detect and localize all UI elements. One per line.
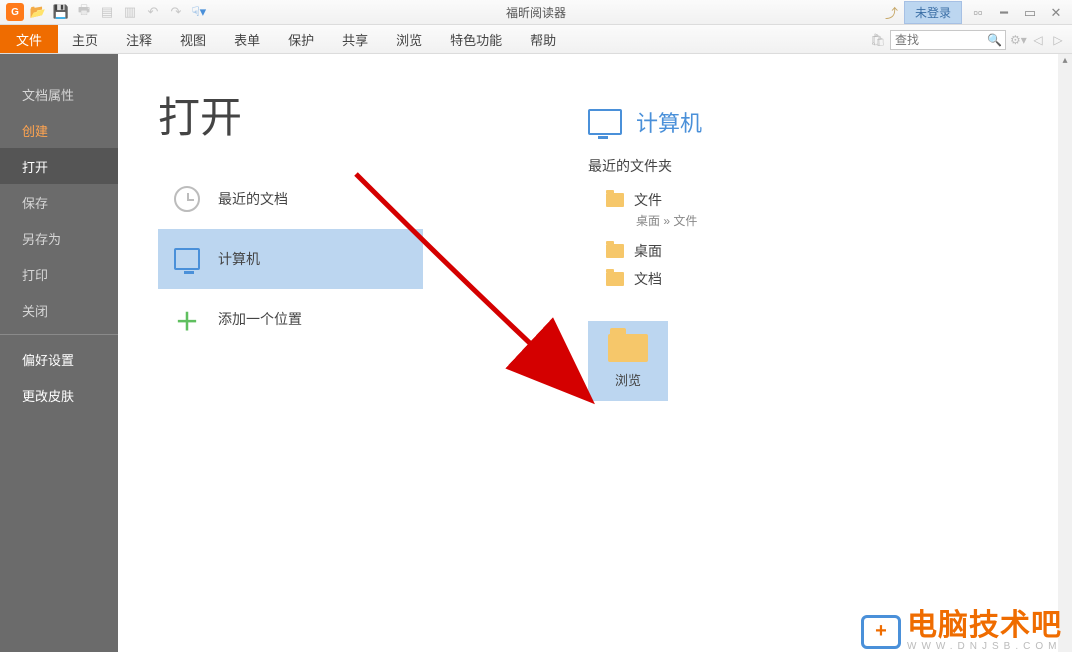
sidebar-item-open[interactable]: 打开	[0, 148, 118, 184]
prev-icon[interactable]: ◁	[1030, 33, 1046, 47]
tab-form[interactable]: 表单	[220, 25, 274, 53]
sidebar-item-print[interactable]: 打印	[0, 256, 118, 292]
tab-annotate[interactable]: 注释	[112, 25, 166, 53]
tab-view[interactable]: 视图	[166, 25, 220, 53]
file-tab[interactable]: 文件	[0, 25, 58, 53]
qat-redo-icon[interactable]: ↷	[166, 2, 186, 22]
window-title: 福昕阅读器	[506, 4, 566, 21]
detail-heading: 计算机	[588, 106, 702, 138]
folder-item[interactable]: 桌面	[588, 237, 702, 265]
scroll-up-icon[interactable]: ▴	[1058, 54, 1072, 68]
sidebar-item-docprops[interactable]: 文档属性	[0, 76, 118, 112]
main-area: 文档属性 创建 打开 保存 另存为 打印 关闭 偏好设置 更改皮肤 打开 最近的…	[0, 54, 1072, 652]
quick-access-toolbar: 📂 💾 🖶 ▤ ▥ ↶ ↷ ☟▾	[28, 2, 209, 22]
ribbon-collapse-icon[interactable]: ⤴	[885, 3, 898, 22]
folder-name: 文档	[634, 269, 662, 289]
watermark-sub: WWW.DNJSB.COM	[907, 641, 1062, 652]
folder-item[interactable]: 文档	[588, 265, 702, 293]
sidebar-item-preferences[interactable]: 偏好设置	[0, 341, 118, 377]
watermark: + 电脑技术吧 WWW.DNJSB.COM	[861, 611, 1062, 652]
sidebar-item-skin[interactable]: 更改皮肤	[0, 377, 118, 413]
qat-undo-icon[interactable]: ↶	[143, 2, 163, 22]
monitor-icon	[174, 246, 200, 272]
folder-name: 文件	[634, 190, 662, 210]
open-computer[interactable]: 计算机	[158, 229, 423, 289]
sidebar-separator	[0, 334, 118, 335]
tab-help[interactable]: 帮助	[516, 25, 570, 53]
sidebar-item-saveas[interactable]: 另存为	[0, 220, 118, 256]
folder-icon	[606, 272, 624, 286]
folder-name: 桌面	[634, 241, 662, 261]
tab-protect[interactable]: 保护	[274, 25, 328, 53]
browse-button[interactable]: 浏览	[588, 321, 668, 401]
next-icon[interactable]: ▷	[1050, 33, 1066, 47]
tab-browse[interactable]: 浏览	[382, 25, 436, 53]
monitor-icon-large	[588, 109, 622, 135]
open-add-location[interactable]: ＋ 添加一个位置	[158, 289, 423, 349]
watermark-main: 电脑技术吧	[907, 611, 1062, 641]
watermark-logo-icon: +	[861, 615, 901, 649]
open-recent-docs-label: 最近的文档	[218, 189, 288, 209]
close-icon[interactable]: ✕	[1046, 5, 1066, 21]
maximize-icon[interactable]: ▭	[1020, 5, 1040, 21]
sidebar-item-save[interactable]: 保存	[0, 184, 118, 220]
shopping-icon[interactable]: 🛍	[870, 33, 886, 47]
app-layout-icon[interactable]: ▫▫	[968, 5, 988, 20]
minimize-icon[interactable]: ━	[994, 5, 1014, 21]
qat-save-icon[interactable]: 💾	[51, 2, 71, 22]
qat-print-icon[interactable]: 🖶	[74, 2, 94, 22]
qat-doc-icon[interactable]: ▤	[97, 2, 117, 22]
ribbon-tabs: 文件 主页 注释 视图 表单 保护 共享 浏览 特色功能 帮助 🛍 🔍 ⚙▾ ◁…	[0, 25, 1072, 54]
backstage-sidebar: 文档属性 创建 打开 保存 另存为 打印 关闭 偏好设置 更改皮肤	[0, 54, 118, 652]
detail-heading-label: 计算机	[636, 106, 702, 138]
plus-icon: ＋	[174, 306, 200, 332]
tab-share[interactable]: 共享	[328, 25, 382, 53]
qat-hand-icon[interactable]: ☟▾	[189, 2, 209, 22]
folder-item[interactable]: 文件	[588, 186, 702, 214]
search-input[interactable]	[895, 33, 987, 47]
backstage-content: 打开 最近的文档 计算机 ＋ 添加一个位置 计算机 最近的文件夹	[118, 54, 1072, 652]
app-icon: G	[6, 3, 24, 21]
sidebar-item-close[interactable]: 关闭	[0, 292, 118, 328]
folder-icon	[606, 244, 624, 258]
clock-icon	[174, 186, 200, 212]
qat-open-icon[interactable]: 📂	[28, 2, 48, 22]
open-source-list: 最近的文档 计算机 ＋ 添加一个位置	[158, 169, 423, 349]
search-icon[interactable]: 🔍	[987, 33, 1002, 47]
qat-doc2-icon[interactable]: ▥	[120, 2, 140, 22]
sidebar-item-create[interactable]: 创建	[0, 112, 118, 148]
open-recent-docs[interactable]: 最近的文档	[158, 169, 423, 229]
title-bar: G 📂 💾 🖶 ▤ ▥ ↶ ↷ ☟▾ 福昕阅读器 ⤴ 未登录 ▫▫ ━ ▭ ✕	[0, 0, 1072, 25]
folder-open-icon	[608, 334, 648, 362]
browse-label: 浏览	[615, 370, 641, 389]
open-computer-label: 计算机	[218, 249, 260, 269]
folder-path: 桌面 » 文件	[636, 212, 702, 229]
search-wrap: 🔍	[890, 30, 1006, 50]
open-detail-column: 计算机 最近的文件夹 文件 桌面 » 文件 桌面 文档 浏览	[588, 106, 702, 401]
tab-home[interactable]: 主页	[58, 25, 112, 53]
open-add-location-label: 添加一个位置	[218, 309, 302, 329]
folder-icon	[606, 193, 624, 207]
recent-folders-label: 最近的文件夹	[588, 156, 702, 176]
login-button[interactable]: 未登录	[904, 1, 962, 24]
tab-features[interactable]: 特色功能	[436, 25, 516, 53]
gear-icon[interactable]: ⚙▾	[1010, 33, 1026, 47]
scrollbar[interactable]: ▴	[1058, 54, 1072, 652]
